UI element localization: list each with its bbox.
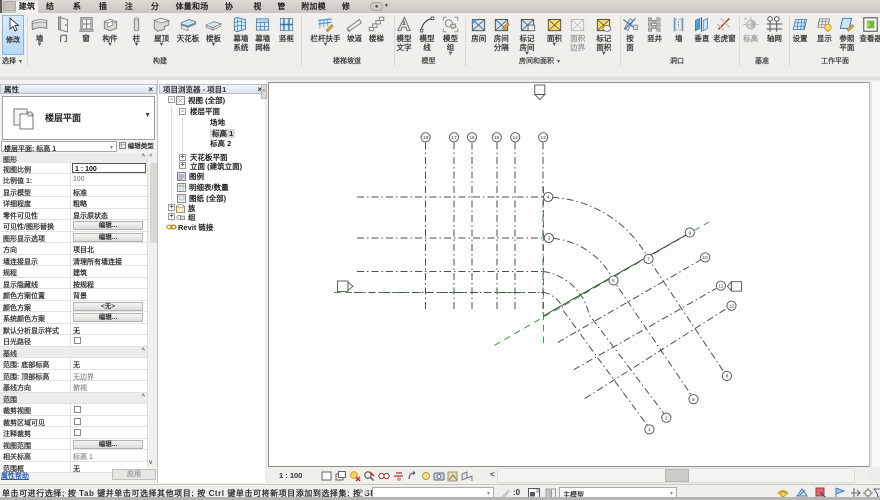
svg-text:12: 12	[729, 303, 735, 309]
svg-text:16: 16	[469, 135, 475, 141]
svg-text:5: 5	[692, 397, 695, 403]
svg-text:11: 11	[718, 283, 723, 289]
svg-text:6: 6	[612, 278, 615, 284]
svg-text:4: 4	[547, 195, 550, 201]
svg-text:3: 3	[547, 236, 550, 242]
svg-text:8: 8	[726, 374, 729, 380]
svg-text:7: 7	[647, 257, 650, 263]
svg-text:1: 1	[648, 427, 651, 433]
svg-text:2: 2	[665, 415, 668, 421]
svg-text:18: 18	[423, 135, 429, 141]
svg-text:13: 13	[541, 135, 547, 141]
svg-text:14: 14	[513, 135, 519, 141]
svg-text:15: 15	[494, 135, 500, 141]
svg-text:9: 9	[688, 230, 691, 236]
svg-text:10: 10	[703, 255, 709, 261]
svg-text:17: 17	[451, 135, 457, 141]
